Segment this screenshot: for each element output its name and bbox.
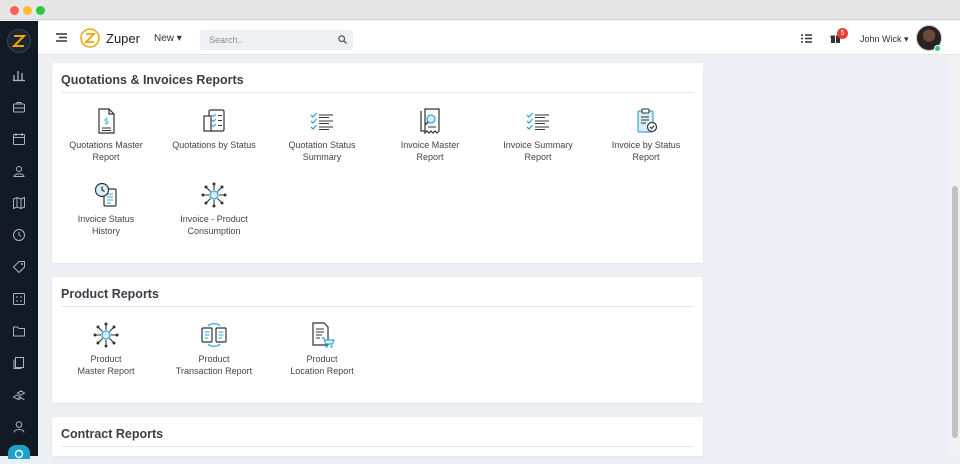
report-tile-invoice-master[interactable]: Invoice Master Report xyxy=(376,107,484,163)
sidebar-item-timesheets[interactable] xyxy=(11,227,27,243)
quotations-invoices-reports-card: Quotations & Invoices Reports $ Quotatio… xyxy=(52,63,703,263)
brand-name[interactable]: Zuper xyxy=(106,31,140,46)
report-tile-product-transaction[interactable]: Product Transaction Report xyxy=(160,321,268,377)
check-list-icon xyxy=(526,112,549,131)
window-maximize-button[interactable] xyxy=(36,6,45,15)
document-dollar-icon: $ xyxy=(98,108,115,134)
tile-label: Invoice by Status xyxy=(611,140,681,150)
contract-reports-card: Contract Reports xyxy=(52,417,703,456)
clock-document-icon xyxy=(94,182,117,207)
sidebar-item-documents[interactable] xyxy=(11,355,27,371)
section-title: Contract Reports xyxy=(61,427,164,441)
product-reports-card: Product Reports Product Master Report Pro… xyxy=(52,277,703,403)
zuper-logo-icon xyxy=(11,35,27,47)
top-bar: Zuper New ▾ 5 John Wick ▾ xyxy=(38,21,960,55)
exchange-documents-icon xyxy=(201,323,227,347)
invoice-magnify-icon xyxy=(420,108,440,135)
search-icon[interactable] xyxy=(338,35,347,44)
tile-label: Invoice - Product xyxy=(180,214,248,224)
tile-label: Report xyxy=(416,152,444,162)
tile-label: Quotations Master xyxy=(69,140,143,150)
tile-label: Summary xyxy=(302,152,342,162)
user-icon xyxy=(13,421,25,433)
network-hub-icon xyxy=(201,182,227,208)
sidebar-item-jobs[interactable] xyxy=(11,99,27,115)
tile-label: Quotation Status xyxy=(288,140,356,150)
network-hub-icon xyxy=(93,322,119,348)
boxes-icon xyxy=(12,390,26,401)
sidebar-item-tags[interactable] xyxy=(11,259,27,275)
search-input[interactable] xyxy=(209,33,329,47)
sidebar-item-map[interactable] xyxy=(11,195,27,211)
users-icon xyxy=(13,166,25,177)
report-tile-invoice-summary[interactable]: Invoice Summary Report xyxy=(484,107,592,163)
report-tile-quotation-status-summary[interactable]: Quotation Status Summary xyxy=(268,107,376,163)
report-tile-product-master[interactable]: Product Master Report xyxy=(52,321,160,377)
documents-icon xyxy=(13,357,24,369)
brand-logo-icon[interactable] xyxy=(80,28,100,48)
clipboard-check-icon xyxy=(637,108,658,133)
section-title: Quotations & Invoices Reports xyxy=(61,73,244,87)
tile-label: Transaction Report xyxy=(175,366,253,376)
sidebar-item-invoices[interactable] xyxy=(11,291,27,307)
notification-badge: 5 xyxy=(837,28,848,39)
list-view-icon[interactable] xyxy=(801,34,812,43)
new-dropdown-button[interactable]: New ▾ xyxy=(154,33,182,44)
report-tile-quotations-master[interactable]: $ Quotations Master Report xyxy=(52,107,160,163)
tile-label: Invoice Master xyxy=(400,140,460,150)
tile-label: History xyxy=(91,226,120,236)
tile-label: Master Report xyxy=(77,366,135,376)
report-tile-invoice-status-history[interactable]: Invoice Status History xyxy=(52,181,160,237)
folder-icon xyxy=(13,326,25,337)
tile-label: Consumption xyxy=(187,226,241,236)
sidebar-item-account[interactable] xyxy=(11,419,27,435)
section-divider xyxy=(61,306,694,307)
scrollbar-thumb[interactable] xyxy=(952,186,958,438)
sidebar-item-inventory[interactable] xyxy=(11,387,27,403)
report-tile-invoice-product-consumption[interactable]: Invoice - Product Consumption xyxy=(160,181,268,237)
tile-label: Report xyxy=(524,152,552,162)
window-minimize-button[interactable] xyxy=(23,6,32,15)
search-box xyxy=(200,30,353,50)
online-status-dot xyxy=(934,45,941,52)
tile-label: Product xyxy=(90,354,122,364)
report-tile-product-location[interactable]: Product Location Report xyxy=(268,321,376,377)
tile-label: Product xyxy=(306,354,338,364)
window-close-button[interactable] xyxy=(10,6,19,15)
sidebar-item-folders[interactable] xyxy=(11,323,27,339)
sidebar-item-customers[interactable] xyxy=(11,163,27,179)
tile-label: Location Report xyxy=(290,366,354,376)
clock-icon xyxy=(13,229,25,241)
tile-label: Quotations by Status xyxy=(172,140,256,150)
tile-label: Product xyxy=(198,354,230,364)
svg-text:$: $ xyxy=(104,117,110,127)
tag-icon xyxy=(12,261,25,274)
sidebar-item-settings[interactable] xyxy=(8,445,30,459)
gear-icon xyxy=(14,449,24,459)
section-divider xyxy=(61,92,694,93)
sidebar-item-dashboard[interactable] xyxy=(11,67,27,83)
sidebar-item-calendar[interactable] xyxy=(11,131,27,147)
report-tile-invoice-by-status[interactable]: Invoice by Status Report xyxy=(592,107,700,163)
tile-label: Report xyxy=(632,152,660,162)
browser-chrome xyxy=(0,0,960,20)
tile-label: Invoice Summary xyxy=(503,140,573,150)
section-divider xyxy=(61,446,694,447)
sidebar-logo[interactable] xyxy=(7,29,31,53)
calendar-icon xyxy=(13,133,25,145)
bar-chart-icon xyxy=(13,71,25,82)
section-title: Product Reports xyxy=(61,287,159,301)
user-menu-button[interactable]: John Wick ▾ xyxy=(860,34,909,45)
grid-calculator-icon xyxy=(13,293,25,305)
report-tile-quotations-by-status[interactable]: Quotations by Status xyxy=(160,107,268,151)
document-cart-icon xyxy=(312,322,335,348)
map-icon xyxy=(13,196,25,210)
briefcase-icon xyxy=(13,102,25,113)
menu-toggle-icon[interactable] xyxy=(56,33,67,42)
sidebar xyxy=(0,21,38,459)
check-list-icon xyxy=(310,112,333,131)
tile-label: Invoice Status xyxy=(77,214,135,224)
checklist-clipboard-icon xyxy=(203,109,225,132)
tile-label: Report xyxy=(92,152,120,162)
